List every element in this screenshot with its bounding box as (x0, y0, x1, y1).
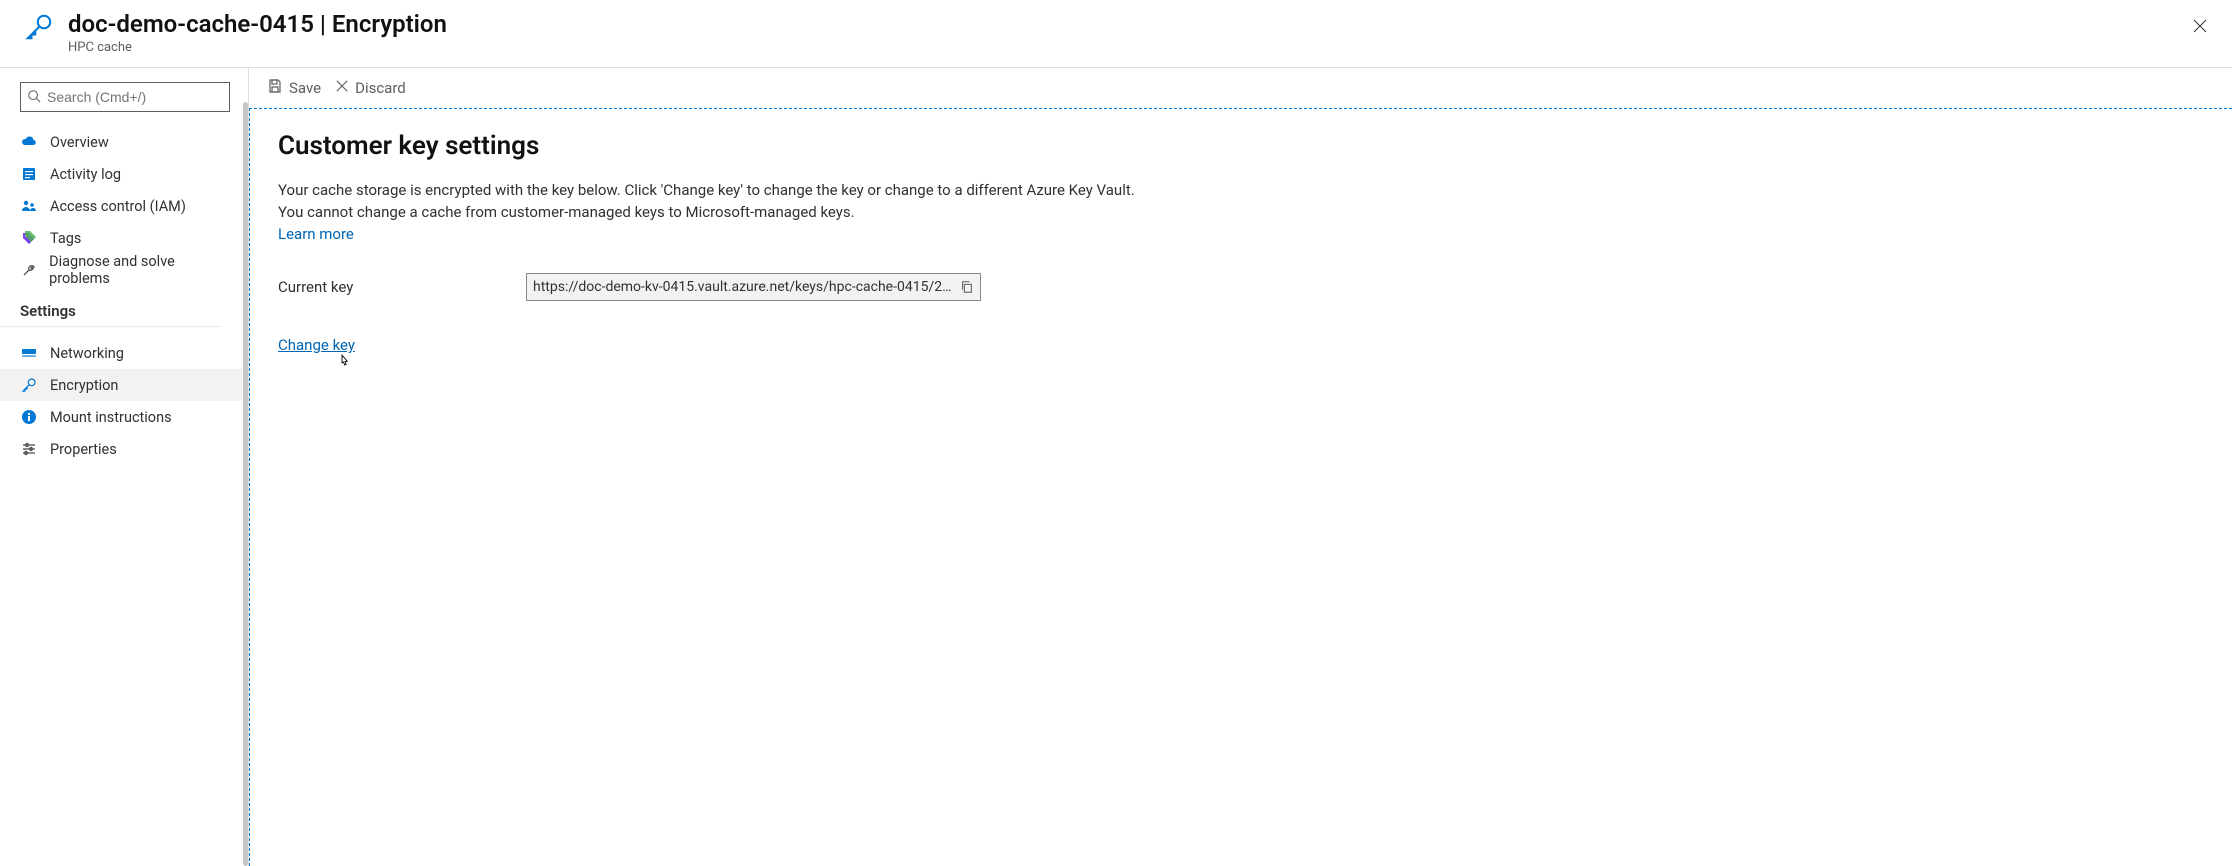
blade-header: doc-demo-cache-0415 | Encryption HPC cac… (0, 0, 2232, 68)
people-icon (20, 198, 38, 214)
discard-button[interactable]: Discard (335, 79, 406, 97)
learn-more-link[interactable]: Learn more (278, 225, 354, 243)
sidebar-item-label: Access control (IAM) (50, 198, 186, 215)
sidebar: « Overview Activity log (0, 68, 242, 866)
discard-icon (335, 79, 349, 97)
sidebar-item-properties[interactable]: Properties (0, 433, 242, 465)
sidebar-item-overview[interactable]: Overview (0, 126, 242, 158)
current-key-value-box: https://doc-demo-kv-0415.vault.azure.net… (526, 273, 981, 301)
desc-line: Your cache storage is encrypted with the… (278, 181, 1135, 199)
current-key-value: https://doc-demo-kv-0415.vault.azure.net… (533, 279, 954, 295)
description-text: Your cache storage is encrypted with the… (278, 179, 1258, 245)
sidebar-item-label: Networking (50, 345, 124, 362)
sidebar-item-mount[interactable]: Mount instructions (0, 401, 242, 433)
search-field[interactable] (47, 89, 228, 105)
save-icon (267, 78, 283, 98)
search-input[interactable] (20, 82, 230, 112)
close-button[interactable] (2188, 14, 2212, 38)
change-key-link[interactable]: Change key (278, 336, 355, 354)
sidebar-item-label: Properties (50, 441, 117, 458)
sidebar-item-label: Activity log (50, 166, 121, 183)
sidebar-item-encryption[interactable]: Encryption (0, 369, 242, 401)
sidebar-item-networking[interactable]: Networking (0, 337, 242, 369)
sidebar-item-access-control[interactable]: Access control (IAM) (0, 190, 242, 222)
info-icon (20, 409, 38, 425)
section-title: Customer key settings (278, 131, 2204, 161)
sidebar-resize-handle[interactable] (242, 68, 248, 866)
page-title: doc-demo-cache-0415 | Encryption (68, 10, 447, 38)
desc-line: You cannot change a cache from customer-… (278, 203, 855, 221)
tags-icon (20, 230, 38, 246)
key-icon (24, 12, 54, 46)
content-area: Customer key settings Your cache storage… (249, 108, 2232, 866)
main-pane: Save Discard Customer key settings Your … (248, 68, 2232, 866)
current-key-label: Current key (278, 278, 526, 296)
search-icon (27, 88, 41, 107)
sidebar-item-label: Diagnose and solve problems (49, 253, 230, 287)
cursor-icon (336, 353, 354, 375)
sidebar-item-tags[interactable]: Tags (0, 222, 242, 254)
sidebar-group-settings: Settings (0, 286, 222, 327)
networking-icon (20, 345, 38, 361)
sidebar-item-diagnose[interactable]: Diagnose and solve problems (0, 254, 242, 286)
sidebar-item-label: Tags (50, 230, 81, 247)
sidebar-item-activity-log[interactable]: Activity log (0, 158, 242, 190)
key-icon (20, 377, 38, 393)
save-label: Save (289, 79, 321, 97)
log-icon (20, 166, 38, 182)
cloud-icon (20, 134, 38, 150)
wrench-icon (20, 262, 37, 278)
sidebar-item-label: Encryption (50, 377, 118, 394)
page-subtitle: HPC cache (68, 40, 447, 55)
discard-label: Discard (355, 79, 406, 97)
save-button[interactable]: Save (267, 78, 321, 98)
sliders-icon (20, 441, 38, 457)
toolbar: Save Discard (249, 68, 2232, 108)
scrollbar-track (243, 102, 248, 866)
sidebar-item-label: Mount instructions (50, 409, 172, 426)
copy-button[interactable] (960, 280, 974, 294)
sidebar-item-label: Overview (50, 134, 109, 151)
